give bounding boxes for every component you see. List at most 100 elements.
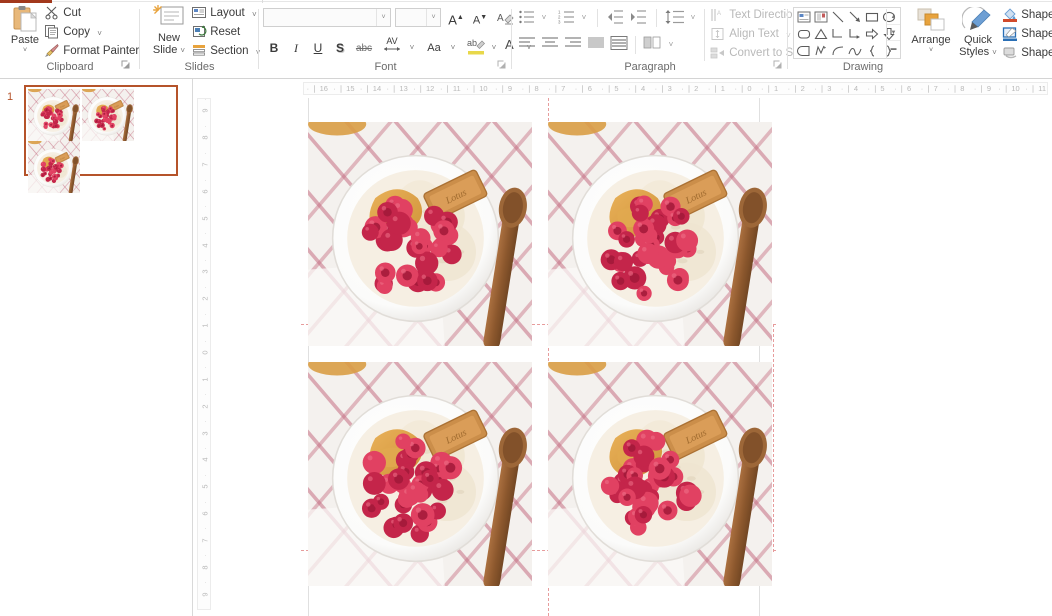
increase-font-size-button[interactable]: A▲ <box>446 8 466 27</box>
horizontal-ruler[interactable]: · ❘ 16 · ❘ 15 · ❘ 14 · ❘ 13 · ❘ 12 · ❘ 11 · ❘ … <box>193 79 1052 98</box>
shape-arrow[interactable] <box>847 9 863 25</box>
decrease-font-size-button[interactable]: A▼ <box>470 8 490 27</box>
underline-glyph: U <box>313 41 323 55</box>
shape-rectangle[interactable] <box>864 9 880 25</box>
align-left-button[interactable] <box>517 36 537 54</box>
strikethrough-button[interactable]: abc <box>352 41 376 56</box>
align-center-button[interactable] <box>540 36 560 54</box>
chevron-down-icon[interactable]: ˅ <box>376 9 390 26</box>
gallery-more-shapes[interactable]: ▬ <box>887 41 900 57</box>
ruler-tick: · ❘ 10 <box>466 84 488 93</box>
smart-guide-vertical-right <box>773 324 774 552</box>
columns-button[interactable] <box>642 36 664 54</box>
font-group-label: Font <box>374 61 397 73</box>
caret-glyph: ˅ <box>491 43 497 52</box>
shape-fill-label: Shape Fill <box>1021 9 1052 22</box>
shape-left-brace[interactable] <box>864 43 880 59</box>
text-shadow-button[interactable]: S <box>331 39 349 57</box>
shape-triangle[interactable] <box>813 26 829 42</box>
align-text-button[interactable]: Align Text ˅ <box>710 26 791 43</box>
chevron-down-icon[interactable]: ˅ <box>426 9 440 26</box>
paste-button[interactable]: Paste ˅ <box>6 5 44 57</box>
change-case-caret[interactable]: ˅ <box>447 39 459 57</box>
distributed-button[interactable] <box>609 36 629 54</box>
shapes-gallery-scrollbar[interactable]: ▲ ▼ ▬ <box>886 9 900 59</box>
bold-button[interactable]: B <box>265 39 283 57</box>
slide-thumbnail-1[interactable]: Lotus Lotus Lotus <box>24 85 178 193</box>
shape-elbow-arrow-connector[interactable] <box>847 26 863 42</box>
photo-bottom-right[interactable]: Lotus <box>548 362 772 586</box>
character-spacing-button[interactable]: AV <box>379 36 405 58</box>
gallery-scroll-down[interactable]: ▼ <box>887 25 900 41</box>
scissors-icon <box>44 5 60 20</box>
shape-curve[interactable] <box>830 43 846 59</box>
shape-pentagon-folded[interactable] <box>796 43 812 59</box>
font-size-combo[interactable]: ˅ <box>395 8 441 27</box>
new-slide-button[interactable]: New Slide ˅ <box>146 4 192 57</box>
copy-button[interactable]: Copy ˅ <box>44 24 102 41</box>
ruler-tick: · ❘ 1 <box>761 84 779 93</box>
font-name-combo[interactable]: ˅ <box>263 8 391 27</box>
clipboard-dialog-launcher[interactable] <box>121 60 132 71</box>
shapes-gallery[interactable]: ▲ ▼ ▬ <box>793 7 901 59</box>
italic-button[interactable]: I <box>287 39 305 57</box>
shape-vertical-textbox[interactable] <box>813 9 829 25</box>
photo-top-right[interactable]: Lotus <box>548 122 772 346</box>
quick-styles-button[interactable]: Quick Styles ˅ <box>956 5 1000 59</box>
bullets-button[interactable] <box>517 9 537 27</box>
copy-label: Copy <box>63 26 91 39</box>
arrange-button[interactable]: Arrange ˅ <box>909 7 953 57</box>
slide-thumbnail-pane[interactable]: 1 Lotus Lotus Lotus <box>0 79 193 616</box>
justify-button[interactable] <box>586 36 606 54</box>
vertical-ruler-minor-tick: · <box>200 98 210 101</box>
quick-styles-caret: ˅ <box>992 48 997 57</box>
shape-outline-button[interactable]: Shape Ou <box>1002 26 1052 43</box>
char-spacing-caret[interactable]: ˅ <box>406 39 418 57</box>
gallery-scroll-up[interactable]: ▲ <box>887 9 900 25</box>
new-slide-caret: ˅ <box>180 46 186 55</box>
photo-bottom-left[interactable]: Lotus <box>308 362 532 586</box>
shape-freeform[interactable] <box>813 43 829 59</box>
cut-button[interactable]: Cut <box>44 5 81 22</box>
shape-right-arrow[interactable] <box>864 26 880 42</box>
decrease-indent-button[interactable] <box>605 9 625 27</box>
work-area: 1 Lotus Lotus Lotus · ❘ 16 · ❘ 15 · ❘ 14 · … <box>0 79 1052 616</box>
columns-caret[interactable]: ˅ <box>665 36 677 54</box>
numbering-caret[interactable]: ˅ <box>578 9 590 27</box>
tab-strip-remainder <box>52 0 1052 2</box>
font-dialog-launcher[interactable] <box>497 60 508 71</box>
shape-effects-button[interactable]: Shape Eff <box>1002 45 1052 62</box>
numbering-button[interactable]: 1 2 3 <box>557 9 577 27</box>
paragraph-dialog-launcher[interactable] <box>773 60 784 71</box>
increase-indent-button[interactable] <box>628 9 648 27</box>
text-highlight-color-button[interactable]: ab <box>465 36 487 58</box>
shape-elbow-connector[interactable] <box>830 26 846 42</box>
ruler-tick: · ❘ 12 <box>413 84 435 93</box>
section-button[interactable]: Section ˅ <box>191 43 260 60</box>
cut-label: Cut <box>63 7 82 20</box>
ruler-tick: · ❘ 4 <box>840 84 858 93</box>
line-spacing-button[interactable] <box>664 9 686 27</box>
vertical-ruler-minor-tick: · <box>200 178 210 182</box>
underline-button[interactable]: U <box>309 39 327 57</box>
reset-button[interactable]: Reset <box>191 24 240 41</box>
shape-fill-button[interactable]: Shape Fill <box>1002 7 1052 24</box>
align-right-button[interactable] <box>563 36 583 54</box>
shape-line[interactable] <box>830 9 846 25</box>
highlight-caret[interactable]: ˅ <box>488 39 500 57</box>
layout-button[interactable]: Layout ˅ <box>191 5 257 22</box>
paintbrush-icon <box>44 43 60 58</box>
bullets-caret[interactable]: ˅ <box>538 9 550 27</box>
format-painter-button[interactable]: Format Painter <box>44 43 139 60</box>
change-case-button[interactable]: Aa <box>422 39 446 57</box>
shape-textbox[interactable] <box>796 9 812 25</box>
line-spacing-caret[interactable]: ˅ <box>687 9 699 27</box>
shape-arc[interactable] <box>847 43 863 59</box>
shape-rounded-rectangle[interactable] <box>796 26 812 42</box>
horizontal-ruler-track: · ❘ 16 · ❘ 15 · ❘ 14 · ❘ 13 · ❘ 12 · ❘ 11 · ❘ … <box>303 82 1048 95</box>
ruler-tick: · ❘ 7 <box>920 84 938 93</box>
slide-canvas-area[interactable]: Lotus Lotus Lotus Lotus <box>211 98 1052 616</box>
vertical-ruler-minor-tick: · <box>200 581 210 584</box>
vertical-ruler[interactable]: 9 · 8 · 7 · 6 · 5 · 4 · 3 · 2 · 1 · 0 · 1 · 2 · 3 · 4 · 5 · 6 · 7 · 8 · 9 · <box>197 98 211 610</box>
photo-top-left[interactable]: Lotus <box>308 122 532 346</box>
